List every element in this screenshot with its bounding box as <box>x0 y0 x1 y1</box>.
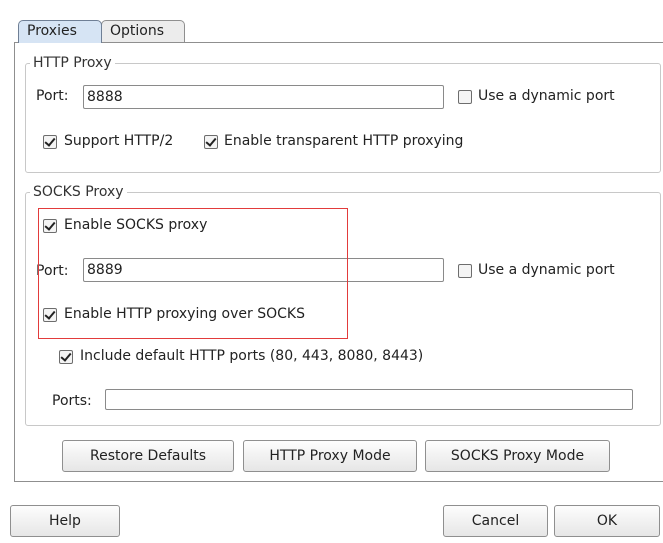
socks-dynamic-port-label: Use a dynamic port <box>478 262 615 278</box>
http-port-input[interactable] <box>83 85 444 109</box>
ports-input[interactable] <box>105 389 633 410</box>
support-http2-label: Support HTTP/2 <box>64 133 174 149</box>
highlight-box <box>38 208 348 339</box>
ok-button[interactable]: OK <box>554 505 660 537</box>
http-dynamic-port-checkbox[interactable] <box>458 90 472 104</box>
transparent-proxy-checkbox[interactable] <box>204 135 218 149</box>
http-port-label: Port: <box>36 88 69 104</box>
tab-proxies[interactable]: Proxies <box>18 20 102 43</box>
http-proxy-mode-button[interactable]: HTTP Proxy Mode <box>243 440 417 472</box>
http-proxy-group <box>25 63 661 173</box>
restore-defaults-button[interactable]: Restore Defaults <box>62 440 234 472</box>
ports-label: Ports: <box>52 393 92 409</box>
tab-options-label: Options <box>110 23 165 39</box>
socks-dynamic-port-checkbox[interactable] <box>458 264 472 278</box>
cancel-button[interactable]: Cancel <box>443 505 548 537</box>
include-default-ports-checkbox[interactable] <box>59 350 73 364</box>
include-default-ports-label: Include default HTTP ports (80, 443, 808… <box>80 348 424 364</box>
support-http2-checkbox[interactable] <box>43 135 57 149</box>
http-proxy-legend: HTTP Proxy <box>30 55 115 71</box>
http-dynamic-port-label: Use a dynamic port <box>478 88 615 104</box>
tab-options[interactable]: Options <box>101 20 185 43</box>
tab-proxies-label: Proxies <box>27 23 77 39</box>
transparent-proxy-label: Enable transparent HTTP proxying <box>224 133 464 149</box>
help-button[interactable]: Help <box>10 505 120 537</box>
socks-proxy-legend: SOCKS Proxy <box>30 184 127 200</box>
socks-proxy-mode-button[interactable]: SOCKS Proxy Mode <box>425 440 610 472</box>
